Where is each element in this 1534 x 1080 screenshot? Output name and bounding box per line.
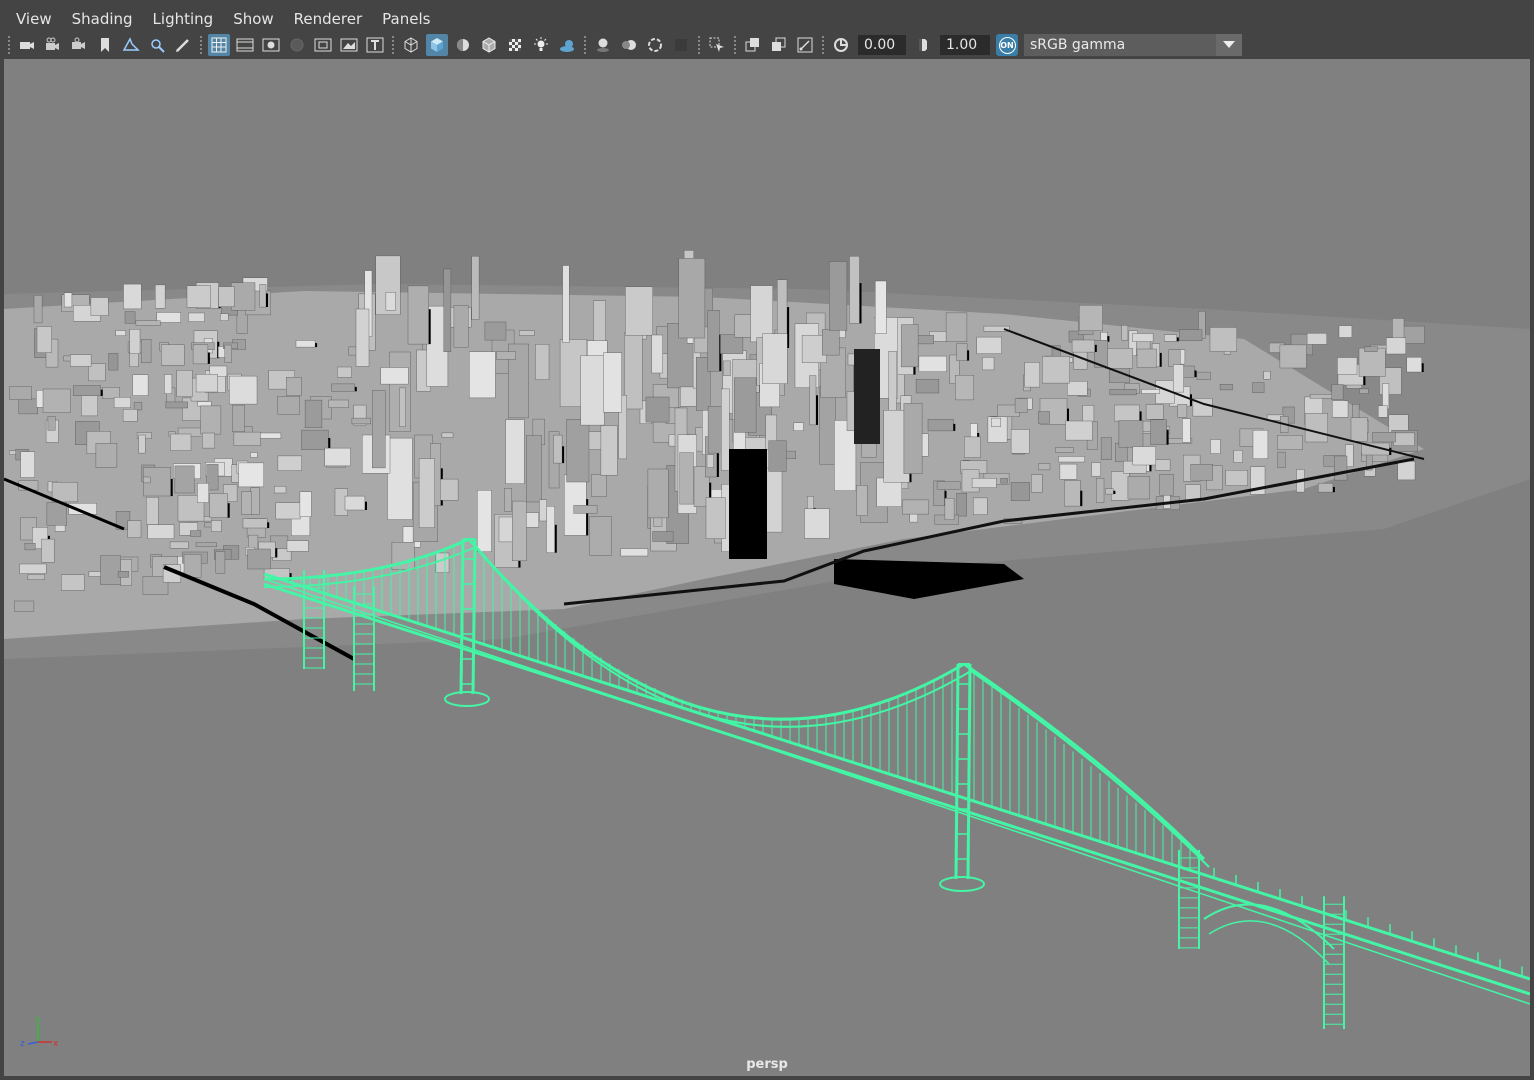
xray-joints-icon[interactable]: [794, 34, 816, 56]
exposure-icon[interactable]: [830, 34, 852, 56]
panel-menubar: View Shading Lighting Show Renderer Pane…: [4, 6, 1530, 32]
default-material-icon[interactable]: [452, 34, 474, 56]
axis-x-label: x: [53, 1039, 59, 1049]
film-gate-icon[interactable]: [234, 34, 256, 56]
wireframe-icon[interactable]: [400, 34, 422, 56]
toolbar-separator: [822, 36, 824, 54]
bookmark-icon[interactable]: [94, 34, 116, 56]
use-all-lights-icon[interactable]: [530, 34, 552, 56]
gate-mask-icon[interactable]: [286, 34, 308, 56]
scene-render: [4, 250, 1530, 1029]
panel-toolbar: 0.00 1.00 ON sRGB gamma: [4, 32, 1530, 58]
smooth-shade-icon[interactable]: [426, 34, 448, 56]
safe-title-icon[interactable]: [364, 34, 386, 56]
view-axis-icon: y x z: [20, 1015, 59, 1049]
image-plane-icon[interactable]: [120, 34, 142, 56]
menu-renderer[interactable]: Renderer: [284, 6, 372, 32]
camera-bookmark-icon[interactable]: [68, 34, 90, 56]
city-model: [4, 250, 1530, 661]
xray-icon[interactable]: [742, 34, 764, 56]
shadows-icon[interactable]: [556, 34, 578, 56]
view-transform-dropdown[interactable]: sRGB gamma: [1024, 34, 1242, 56]
xray-active-components-icon[interactable]: [768, 34, 790, 56]
exposure-field[interactable]: 0.00: [858, 35, 906, 55]
gamma-field[interactable]: 1.00: [940, 35, 990, 55]
grease-pencil-icon[interactable]: [172, 34, 194, 56]
textured-icon[interactable]: [504, 34, 526, 56]
perspective-viewport[interactable]: persp y x z: [4, 59, 1530, 1076]
isolate-select-icon[interactable]: [706, 34, 728, 56]
gamma-icon[interactable]: [912, 34, 934, 56]
chevron-down-icon[interactable]: [1216, 34, 1242, 56]
toolbar-separator: [392, 36, 394, 54]
pier-shadow: [834, 559, 1024, 599]
camera-attributes-icon[interactable]: [42, 34, 64, 56]
grid-icon[interactable]: [208, 34, 230, 56]
motion-blur-icon[interactable]: [618, 34, 640, 56]
view-transform-value: sRGB gamma: [1030, 37, 1126, 53]
menu-lighting[interactable]: Lighting: [143, 6, 224, 32]
camera-name-label: persp: [746, 1057, 788, 1072]
resolution-gate-icon[interactable]: [260, 34, 282, 56]
2d-pan-zoom-icon[interactable]: [146, 34, 168, 56]
menu-view[interactable]: View: [4, 6, 62, 32]
maya-viewport-panel: View Shading Lighting Show Renderer Pane…: [0, 0, 1534, 1080]
camera-select-icon[interactable]: [16, 34, 38, 56]
toolbar-separator: [8, 36, 10, 54]
field-chart-icon[interactable]: [312, 34, 334, 56]
multisample-aa-icon[interactable]: [644, 34, 666, 56]
bridge-wireframe: [263, 537, 1530, 1029]
toolbar-separator: [698, 36, 700, 54]
wireframe-on-shaded-icon[interactable]: [478, 34, 500, 56]
depth-of-field-icon[interactable]: [670, 34, 692, 56]
menu-shading[interactable]: Shading: [62, 6, 143, 32]
dark-tower: [854, 349, 880, 444]
axis-z-label: z: [20, 1039, 25, 1049]
axis-y-label: y: [35, 1015, 41, 1025]
menu-panels[interactable]: Panels: [372, 6, 440, 32]
toolbar-separator: [734, 36, 736, 54]
toolbar-separator: [200, 36, 202, 54]
screen-space-ao-icon[interactable]: [592, 34, 614, 56]
color-management-badge: ON: [998, 36, 1016, 54]
toolbar-separator: [584, 36, 586, 54]
color-management-on-icon[interactable]: ON: [996, 34, 1018, 56]
menu-show[interactable]: Show: [223, 6, 283, 32]
dark-tower: [729, 449, 767, 559]
safe-action-icon[interactable]: [338, 34, 360, 56]
